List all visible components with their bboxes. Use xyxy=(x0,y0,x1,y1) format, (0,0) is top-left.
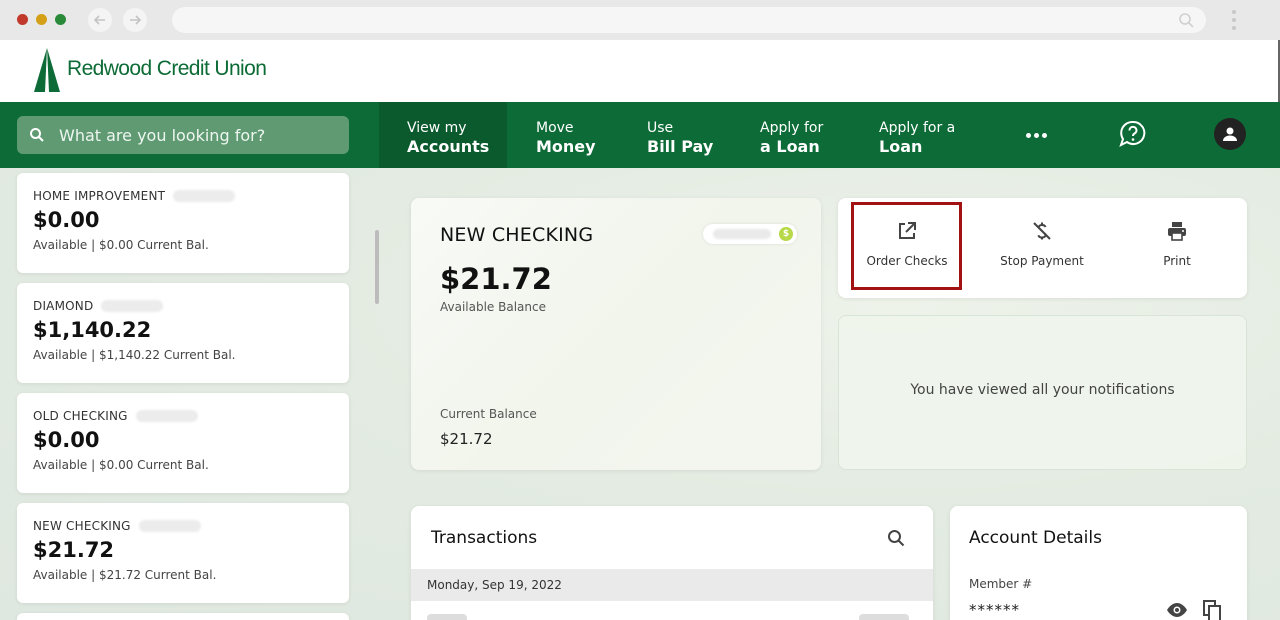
transaction-date-header: Monday, Sep 19, 2022 xyxy=(411,569,933,601)
nav-label-line2: a Loan xyxy=(760,137,820,156)
account-name: OLD CHECKING xyxy=(33,409,128,423)
user-avatar-icon xyxy=(1223,127,1237,141)
help-chat-icon[interactable] xyxy=(1118,119,1148,149)
masked-account-number xyxy=(101,300,164,312)
dollar-coin-icon: $ xyxy=(779,227,793,241)
nav-label-line2: Accounts xyxy=(407,137,490,156)
nav-label-line1: Use xyxy=(647,120,674,136)
account-balance-detail: Available | $0.00 Current Bal. xyxy=(33,458,209,472)
account-card-old-checking[interactable]: OLD CHECKING $0.00 Available | $0.00 Cur… xyxy=(17,393,349,493)
printer-icon xyxy=(1168,222,1186,241)
masked-account-number xyxy=(135,410,198,422)
forward-button[interactable] xyxy=(123,8,147,32)
nav-label-line1: Apply for a xyxy=(879,120,956,136)
transaction-date: Monday, Sep 19, 2022 xyxy=(427,578,562,592)
transactions-title: Transactions xyxy=(431,528,538,548)
selected-account-name: NEW CHECKING xyxy=(440,224,594,246)
close-window-dot[interactable] xyxy=(17,14,28,25)
nav-bill-pay[interactable]: Use Bill Pay xyxy=(647,102,713,168)
account-card-new-checking[interactable]: NEW CHECKING $21.72 Available | $21.72 C… xyxy=(17,503,349,603)
notifications-panel: You have viewed all your notifications xyxy=(838,315,1247,470)
site-search-input[interactable]: What are you looking for? xyxy=(17,116,349,154)
account-details-title: Account Details xyxy=(969,528,1102,548)
arrow-right-icon xyxy=(130,15,142,25)
main-navigation: What are you looking for? View my Accoun… xyxy=(0,102,1280,168)
masked-account-number xyxy=(713,229,771,239)
no-money-icon xyxy=(1033,222,1051,240)
current-balance-value: $21.72 xyxy=(440,430,493,448)
nav-label-line2: Money xyxy=(536,137,596,156)
minimize-window-dot[interactable] xyxy=(36,14,47,25)
account-name: DIAMOND xyxy=(33,299,94,313)
order-checks-highlight xyxy=(851,202,962,290)
browser-menu-button[interactable] xyxy=(1228,8,1240,32)
back-button[interactable] xyxy=(88,8,112,32)
selected-account-card: NEW CHECKING $ $21.72 Available Balance … xyxy=(411,198,821,470)
available-balance-amount: $21.72 xyxy=(440,262,552,296)
account-card-home-improvement[interactable]: HOME IMPROVEMENT $0.00 Available | $0.00… xyxy=(17,173,349,273)
search-icon[interactable] xyxy=(887,529,905,547)
arrow-left-icon xyxy=(93,15,105,25)
available-balance-label: Available Balance xyxy=(440,300,546,314)
search-icon xyxy=(29,127,45,143)
masked-account-number xyxy=(173,190,236,202)
nav-move-money[interactable]: Move Money xyxy=(536,102,596,168)
transaction-amount-partial xyxy=(859,614,909,620)
nav-label-line2: Bill Pay xyxy=(647,137,714,156)
account-number-pill[interactable]: $ xyxy=(703,224,797,244)
member-number-label: Member # xyxy=(969,577,1033,591)
account-balance-detail: Available | $21.72 Current Bal. xyxy=(33,568,217,582)
account-card-diamond[interactable]: DIAMOND $1,140.22 Available | $1,140.22 … xyxy=(17,283,349,383)
eye-icon[interactable] xyxy=(1166,602,1188,618)
notifications-message: You have viewed all your notifications xyxy=(910,382,1175,398)
nav-label-line1: Move xyxy=(536,120,574,136)
nav-apply-for-loan[interactable]: Apply for a Loan xyxy=(879,102,955,168)
account-balance: $21.72 xyxy=(33,538,115,562)
logo-bar: Redwood Credit Union xyxy=(0,40,1280,102)
nav-view-accounts[interactable]: View my Accounts xyxy=(379,102,507,168)
account-balance: $1,140.22 xyxy=(33,318,152,342)
print-button[interactable]: Print xyxy=(1121,198,1233,288)
maximize-window-dot[interactable] xyxy=(55,14,66,25)
action-label: Print xyxy=(1163,254,1191,268)
more-menu-icon[interactable] xyxy=(1026,133,1047,138)
account-balance: $0.00 xyxy=(33,208,100,232)
nav-label-line1: Apply for xyxy=(760,120,824,136)
account-balance: $0.00 xyxy=(33,428,100,452)
nav-label-line1: View my xyxy=(407,120,467,136)
account-list-scrollbar[interactable] xyxy=(375,230,379,304)
account-details-card: Account Details Member # ****** xyxy=(950,506,1247,620)
search-icon xyxy=(1179,13,1194,28)
user-profile-button[interactable] xyxy=(1214,118,1246,150)
masked-account-number xyxy=(138,520,201,532)
stop-payment-button[interactable]: Stop Payment xyxy=(986,198,1098,288)
account-card-partial[interactable] xyxy=(17,613,349,620)
transactions-card: Transactions Monday, Sep 19, 2022 xyxy=(411,506,933,620)
action-label: Stop Payment xyxy=(1000,254,1084,268)
account-balance-detail: Available | $1,140.22 Current Bal. xyxy=(33,348,236,362)
transaction-row-partial[interactable] xyxy=(427,614,467,620)
member-number-value: ****** xyxy=(969,601,1020,619)
account-name: NEW CHECKING xyxy=(33,519,131,533)
nav-apply-loan[interactable]: Apply for a Loan xyxy=(760,102,823,168)
nav-label-line2: Loan xyxy=(879,137,923,156)
address-bar[interactable] xyxy=(172,7,1206,33)
current-balance-label: Current Balance xyxy=(440,407,537,421)
browser-chrome xyxy=(0,0,1280,40)
copy-icon[interactable] xyxy=(1202,600,1222,620)
search-placeholder: What are you looking for? xyxy=(59,125,266,145)
account-balance-detail: Available | $0.00 Current Bal. xyxy=(33,238,209,252)
account-name: HOME IMPROVEMENT xyxy=(33,189,166,203)
redwood-tree-logo-icon[interactable] xyxy=(32,46,62,92)
brand-name[interactable]: Redwood Credit Union xyxy=(67,57,267,81)
